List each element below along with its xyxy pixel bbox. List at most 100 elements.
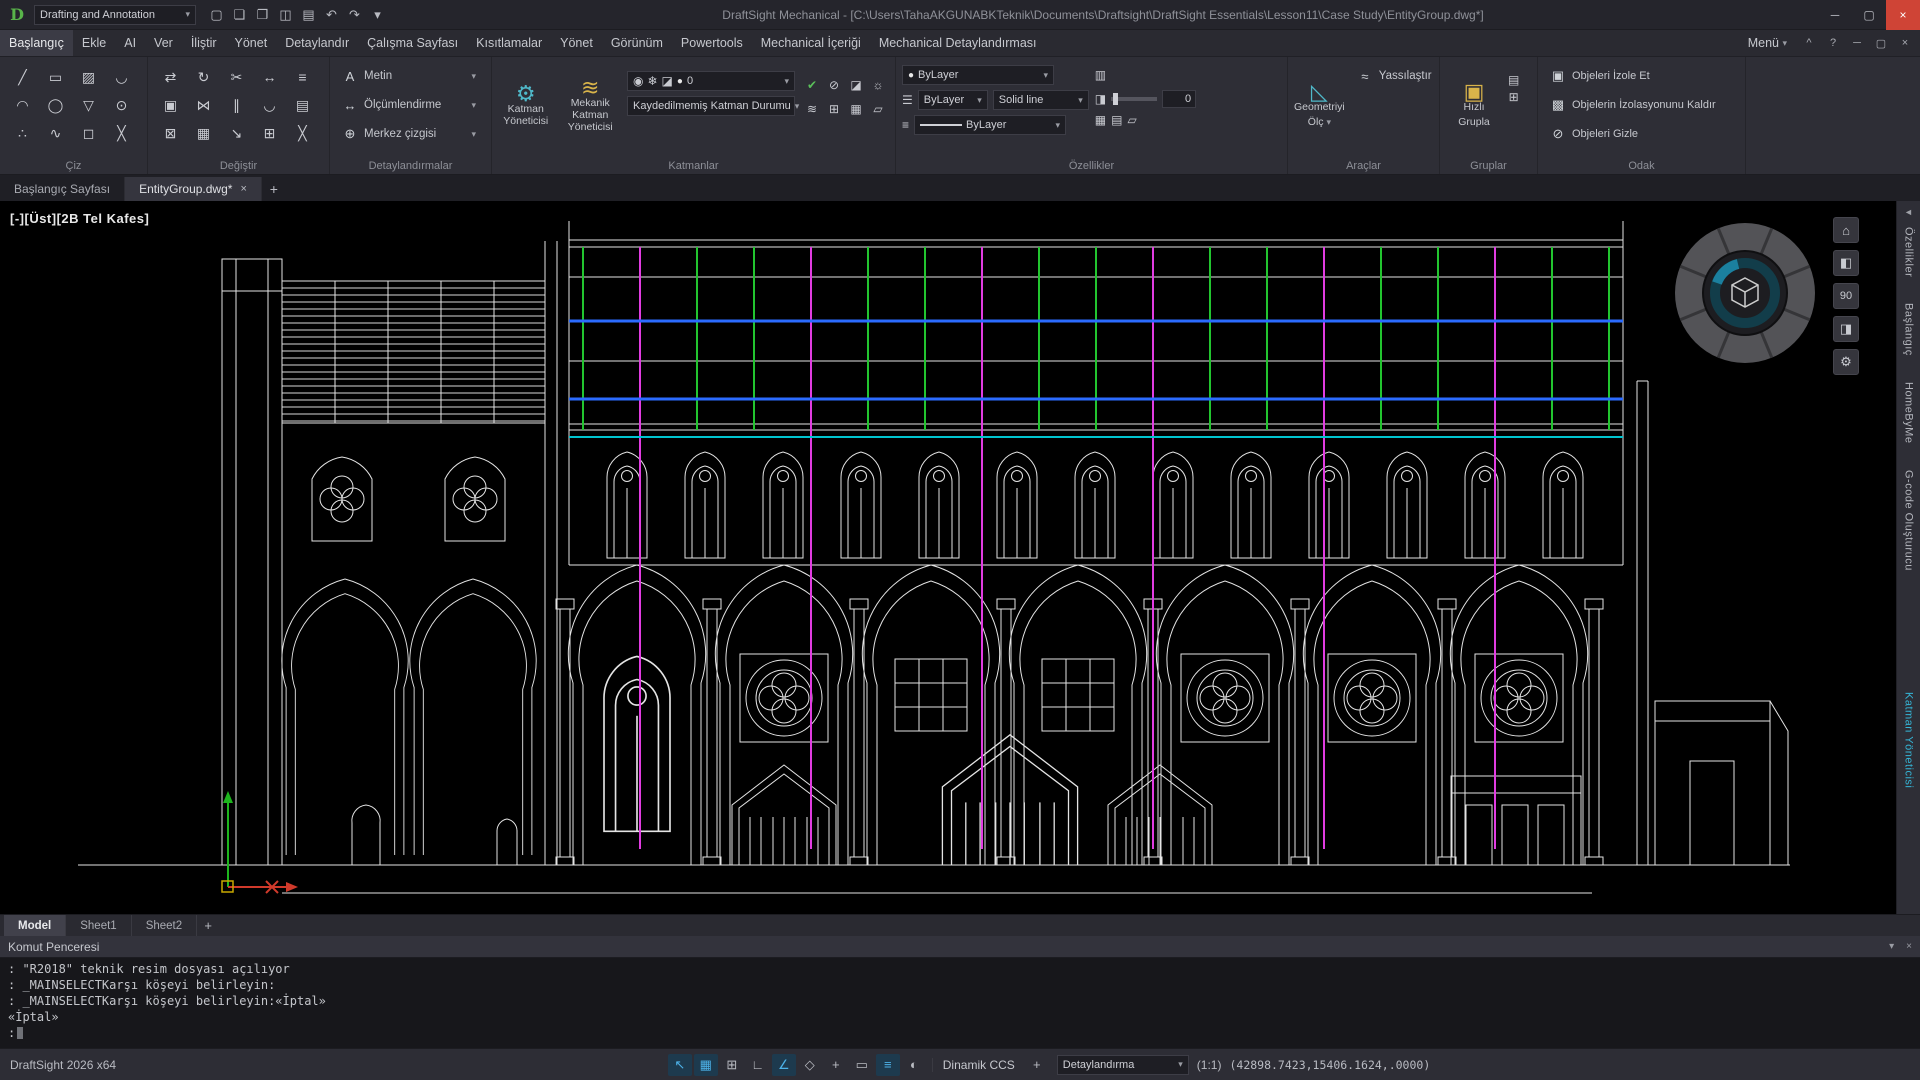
- linestyle-bylayer-dropdown[interactable]: ByLayer ▾: [918, 90, 988, 110]
- side-panel-tab[interactable]: Özellikler: [1903, 227, 1915, 277]
- modify-tool-button[interactable]: ↔: [253, 63, 286, 91]
- command-history[interactable]: : "R2018" teknik resim dosyası açılıyor:…: [0, 958, 1920, 1048]
- status-toggle-button[interactable]: ⊞: [720, 1054, 744, 1076]
- quick-group-button[interactable]: ▣ Hızlı Grupla: [1446, 63, 1502, 151]
- draw-tool-button[interactable]: ▭: [39, 63, 72, 91]
- layer-tool-button[interactable]: ◪: [845, 73, 867, 97]
- focus-button[interactable]: ▩ Objelerin İzolasyonunu Kaldır: [1544, 92, 1734, 118]
- close-tab-icon[interactable]: ×: [240, 183, 246, 195]
- ribbon-tab[interactable]: Ekle: [73, 30, 115, 56]
- status-toggle-button[interactable]: +: [824, 1054, 848, 1076]
- sheet-tab[interactable]: Model: [4, 915, 66, 936]
- doc-restore-button[interactable]: ▢: [1870, 33, 1892, 53]
- view-panel-button[interactable]: ◧: [1833, 250, 1859, 276]
- side-panel-tab[interactable]: Başlangıç: [1903, 303, 1915, 356]
- status-toggle-button[interactable]: ∠: [772, 1054, 796, 1076]
- add-to-group-icon[interactable]: ⊞: [1509, 90, 1519, 104]
- draw-tool-button[interactable]: ▨: [72, 63, 105, 91]
- measure-geometry-button[interactable]: ◺ Geometriyi Ölç ▾: [1294, 63, 1345, 151]
- draw-tool-button[interactable]: ╳: [105, 119, 138, 147]
- sheet-tab[interactable]: Sheet1: [66, 915, 131, 936]
- layer-dropdown[interactable]: ◉ ❄ ◪ ● 0 ▾: [627, 71, 795, 91]
- home-view-button[interactable]: ⌂: [1833, 217, 1859, 243]
- draw-tool-button[interactable]: ∴: [6, 119, 39, 147]
- minimize-button[interactable]: ─: [1818, 0, 1852, 30]
- modify-tool-button[interactable]: ▣: [154, 91, 187, 119]
- sheet-tab[interactable]: Sheet2: [132, 915, 197, 936]
- ribbon-tab[interactable]: Mechanical İçeriği: [752, 30, 870, 56]
- help-button[interactable]: ?: [1822, 33, 1844, 53]
- focus-button[interactable]: ▣ Objeleri İzole Et: [1544, 63, 1734, 89]
- quick-access-button[interactable]: ↶: [321, 5, 342, 25]
- view-panel-alt-button[interactable]: ◨: [1833, 316, 1859, 342]
- workspace-selector[interactable]: Drafting and Annotation ▾: [34, 5, 196, 25]
- command-window-close-icon[interactable]: ×: [1906, 941, 1912, 952]
- layer-tool-button[interactable]: ≋: [801, 97, 823, 121]
- doc-minimize-button[interactable]: ─: [1846, 33, 1868, 53]
- ribbon-tab[interactable]: İliştir: [182, 30, 226, 56]
- tab-start-page[interactable]: Başlangıç Sayfası: [0, 177, 125, 201]
- modify-tool-button[interactable]: ≡: [286, 63, 319, 91]
- ribbon-tab[interactable]: Mechanical Detaylandırması: [870, 30, 1046, 56]
- transparency-slider[interactable]: [1111, 97, 1157, 101]
- annotation-button[interactable]: ↔ Ölçümlendirme ▾: [336, 92, 482, 118]
- edit-group-icon[interactable]: ▤: [1508, 73, 1519, 87]
- new-document-button[interactable]: +: [262, 177, 286, 201]
- layer-tool-button[interactable]: ☼: [867, 73, 889, 97]
- layer-tool-button[interactable]: ▦: [845, 97, 867, 121]
- annotation-scale-dropdown[interactable]: Detaylandırma ▾: [1057, 1055, 1189, 1075]
- add-ccs-button[interactable]: +: [1025, 1054, 1049, 1076]
- collapse-ribbon-button[interactable]: ^: [1798, 33, 1820, 53]
- draw-tool-button[interactable]: ◯: [39, 91, 72, 119]
- modify-tool-button[interactable]: ⇄: [154, 63, 187, 91]
- group-label-modify[interactable]: Değiştir: [148, 160, 329, 172]
- ribbon-tab[interactable]: Yönet: [226, 30, 277, 56]
- close-button[interactable]: ×: [1886, 0, 1920, 30]
- modify-tool-button[interactable]: ⋈: [187, 91, 220, 119]
- modify-tool-button[interactable]: ∥: [220, 91, 253, 119]
- modify-tool-button[interactable]: ↘: [220, 119, 253, 147]
- layer-manager-button[interactable]: ⚙ Katman Yöneticisi: [498, 63, 554, 151]
- add-sheet-button[interactable]: +: [197, 918, 219, 933]
- status-toggle-button[interactable]: ◇: [798, 1054, 822, 1076]
- ribbon-tab[interactable]: Çalışma Sayfası: [358, 30, 467, 56]
- ribbon-tab[interactable]: AI: [115, 30, 145, 56]
- modify-tool-button[interactable]: ╳: [286, 119, 319, 147]
- ribbon-tab[interactable]: Ver: [145, 30, 182, 56]
- tab-document[interactable]: EntityGroup.dwg* ×: [125, 177, 262, 201]
- ribbon-tab[interactable]: Görünüm: [602, 30, 672, 56]
- side-panel-tab[interactable]: Katman Yöneticisi: [1903, 692, 1915, 788]
- viewport-controls[interactable]: [-][Üst][2B Tel Kafes]: [10, 211, 149, 226]
- ribbon-tab[interactable]: Detaylandır: [276, 30, 358, 56]
- status-toggle-button[interactable]: ≡: [876, 1054, 900, 1076]
- draw-tool-button[interactable]: ╱: [6, 63, 39, 91]
- drawing-canvas[interactable]: [-][Üst][2B Tel Kafes]: [0, 201, 1896, 914]
- layer-tool-button[interactable]: ⊘: [823, 73, 845, 97]
- side-panel-tab[interactable]: G-code Oluşturucu: [1903, 470, 1915, 571]
- view-settings-button[interactable]: ⚙: [1833, 349, 1859, 375]
- group-label-annotations[interactable]: Detaylandırmalar: [330, 160, 491, 172]
- pin-icon[interactable]: ◄: [1904, 207, 1913, 217]
- maximize-button[interactable]: ▢: [1852, 0, 1886, 30]
- menu-button[interactable]: Menü ▾: [1739, 36, 1796, 50]
- quick-access-button[interactable]: ❏: [229, 5, 250, 25]
- lineweight-dropdown[interactable]: ByLayer ▾: [914, 115, 1066, 135]
- modify-tool-button[interactable]: ✂: [220, 63, 253, 91]
- dynamic-ccs-button[interactable]: Dinamik CCS: [932, 1058, 1025, 1072]
- draw-tool-button[interactable]: ◻: [72, 119, 105, 147]
- quick-access-button[interactable]: ↷: [344, 5, 365, 25]
- layer-state-dropdown[interactable]: Kaydedilmemiş Katman Durumu ▾: [627, 96, 795, 116]
- draw-tool-button[interactable]: ▽: [72, 91, 105, 119]
- group-label-properties[interactable]: Özellikler: [896, 160, 1287, 172]
- modify-tool-button[interactable]: ↻: [187, 63, 220, 91]
- ribbon-tab[interactable]: Kısıtlamalar: [467, 30, 551, 56]
- pattern-icon[interactable]: ▥: [1095, 68, 1106, 82]
- group-label-groups[interactable]: Gruplar: [1440, 160, 1537, 172]
- command-window-header[interactable]: Komut Penceresi ▾ ×: [0, 936, 1920, 958]
- quick-access-button[interactable]: ▾: [367, 5, 388, 25]
- annotation-button[interactable]: ⊕ Merkez çizgisi ▾: [336, 121, 482, 147]
- modify-tool-button[interactable]: ▦: [187, 119, 220, 147]
- mech-layer-manager-button[interactable]: ≋ Mekanik Katman Yöneticisi: [560, 63, 622, 151]
- quick-access-button[interactable]: ❐: [252, 5, 273, 25]
- group-label-focus[interactable]: Odak: [1538, 160, 1745, 172]
